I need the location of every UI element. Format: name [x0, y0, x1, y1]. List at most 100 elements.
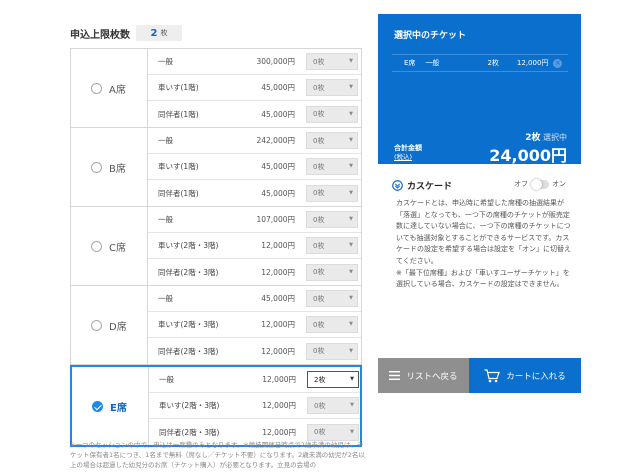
ticket-row: 一般 107,000円 0枚 [148, 207, 361, 233]
ticket-price: 45,000円 [261, 109, 295, 119]
ticket-type: 一般 [158, 57, 173, 66]
back-button-label: リストへ戻る [406, 371, 458, 382]
radio-checked-icon[interactable] [92, 400, 103, 412]
ticket-row: 車いす(2階・3階) 12,000円 0枚 [148, 233, 361, 259]
radio-icon[interactable] [91, 240, 102, 252]
toggle-on-label: オン [552, 180, 566, 188]
quantity-select[interactable]: 0枚 [306, 53, 358, 70]
ticket-type: 同伴者(2階・3階) [159, 427, 220, 437]
seat-name-label: C席 [109, 242, 126, 254]
purchase-limit-box: 2 枚 [136, 25, 182, 41]
ticket-type: 同伴者(2階・3階) [158, 346, 219, 356]
quantity-select[interactable]: 0枚 [306, 79, 358, 96]
seat-group-d: D席 一般 45,000円 0枚 車いす(2階・3階) 12,000円 0枚 同伴者(2… [70, 286, 362, 365]
ticket-row: 同伴者(2階・3階) 12,000円 0枚 [148, 338, 361, 364]
ticket-price: 12,000円 [261, 267, 295, 277]
ticket-price: 45,000円 [261, 188, 295, 198]
ticket-type: 同伴者(1階) [158, 109, 199, 119]
selected-qty: 2枚 [487, 59, 499, 67]
cascade-note: ※「最下位席種」および「車いすユーザーチケット」を選択している場合、カスケードの… [396, 268, 570, 289]
ticket-row: 車いす(2階・3階) 12,000円 0枚 [148, 312, 361, 338]
purchase-limit-value: 2 [150, 27, 158, 39]
footnote: ※一つのセッションの中で、申込は一席種のみとなります。※競技開催日時点で2歳未満… [70, 441, 365, 469]
back-to-list-button[interactable]: リストへ戻る [378, 358, 469, 393]
quantity-select[interactable]: 0枚 [306, 263, 358, 281]
ticket-type: 車いす(2階・3階) [159, 401, 220, 410]
cart-icon [484, 368, 501, 382]
ticket-price: 12,000円 [262, 401, 296, 410]
add-to-cart-button[interactable]: カートに入れる [469, 358, 581, 393]
total-label: 合計金額 (税込) [394, 144, 422, 162]
seat-name-label: D席 [109, 321, 127, 333]
seat-option-b[interactable]: B席 [71, 128, 147, 206]
remove-icon[interactable]: × [553, 58, 563, 68]
toggle-off-label: オフ [514, 180, 528, 188]
seat-name-label: A席 [109, 84, 126, 96]
ticket-price: 12,000円 [261, 346, 295, 356]
selected-tickets-panel: 選択中のチケット E席 一般 2枚 12,000円 × 2枚 選択中 合計金額 … [378, 14, 581, 165]
seat-option-c[interactable]: C席 [71, 207, 147, 285]
ticket-row: 一般 242,000円 0枚 [148, 128, 361, 154]
seat-group-b: B席 一般 242,000円 0枚 車いす(1階) 45,000円 0枚 同伴者(1階)… [70, 128, 362, 207]
ticket-type: 一般 [159, 375, 174, 384]
cascade-header: カスケード オフ オン [392, 178, 578, 192]
panel-title: 選択中のチケット [394, 31, 467, 41]
seat-option-d[interactable]: D席 [71, 286, 147, 364]
ticket-price: 12,000円 [261, 241, 295, 250]
seat-table: A席 一般 300,000円 0枚 車いす(1階) 45,000円 0枚 同伴者(1階)… [70, 48, 362, 447]
quantity-select[interactable]: 0枚 [306, 184, 358, 202]
quantity-select[interactable]: 0枚 [307, 423, 359, 441]
quantity-select[interactable]: 0枚 [306, 105, 358, 123]
ticket-type: 同伴者(1階) [158, 188, 199, 198]
ticket-type: 車いす(2階・3階) [158, 241, 219, 250]
seat-group-c: C席 一般 107,000円 0枚 車いす(2階・3階) 12,000円 0枚 同伴者(… [70, 207, 362, 286]
quantity-select[interactable]: 0枚 [306, 237, 358, 254]
selected-seat: E席 [404, 59, 416, 67]
quantity-select[interactable]: 0枚 [306, 158, 358, 175]
ticket-price: 12,000円 [262, 375, 296, 384]
quantity-select[interactable]: 0枚 [306, 211, 358, 228]
cascade-title: カスケード [407, 181, 453, 192]
ticket-type: 同伴者(2階・3階) [158, 267, 219, 277]
ticket-price: 12,000円 [261, 320, 295, 329]
ticket-row: 同伴者(1階) 45,000円 0枚 [148, 101, 361, 127]
ticket-type: 一般 [158, 136, 173, 145]
quantity-select[interactable]: 0枚 [306, 290, 358, 307]
ticket-price: 45,000円 [261, 294, 295, 303]
ticket-type: 一般 [158, 215, 173, 224]
ticket-price: 300,000円 [256, 57, 295, 66]
ticket-row: 車いす(1階) 45,000円 0枚 [148, 75, 361, 101]
quantity-select[interactable]: 0枚 [307, 397, 359, 414]
radio-icon[interactable] [91, 161, 102, 173]
ticket-row: 一般 300,000円 0枚 [148, 49, 361, 75]
ticket-row: 車いす(2階・3階) 12,000円 0枚 [149, 393, 360, 419]
tax-note[interactable]: (税込) [394, 153, 422, 162]
quantity-select[interactable]: 0枚 [306, 342, 358, 360]
purchase-limit: 申込上限枚数 2 枚 [70, 24, 182, 42]
toggle-switch[interactable] [531, 178, 549, 190]
ticket-type: 車いす(1階) [158, 162, 199, 171]
seat-group-a: A席 一般 300,000円 0枚 車いす(1階) 45,000円 0枚 同伴者(1階)… [70, 49, 362, 128]
total-amount: 24,000円 [489, 146, 567, 165]
total-label-text: 合計金額 [394, 144, 422, 152]
cascade-toggle[interactable]: オフ オン [514, 178, 566, 190]
quantity-select[interactable]: 0枚 [306, 316, 358, 333]
ticket-row: 同伴者(1階) 45,000円 0枚 [148, 180, 361, 206]
cart-button-label: カートに入れる [506, 371, 566, 382]
quantity-select[interactable]: 2枚 [307, 371, 359, 388]
selected-count-suffix: 選択中 [543, 133, 567, 142]
ticket-type: 車いす(1階) [158, 83, 199, 92]
radio-icon[interactable] [91, 82, 102, 94]
ticket-price: 45,000円 [261, 162, 295, 171]
seat-option-e[interactable]: E席 [72, 367, 148, 445]
ticket-price: 12,000円 [262, 427, 296, 437]
ticket-price: 107,000円 [256, 215, 295, 224]
purchase-limit-unit: 枚 [160, 29, 168, 37]
quantity-select[interactable]: 0枚 [306, 132, 358, 149]
radio-icon[interactable] [91, 319, 102, 331]
ticket-row: 一般 45,000円 0枚 [148, 286, 361, 312]
ticket-row: 一般 12,000円 2枚 [149, 367, 360, 393]
seat-option-a[interactable]: A席 [71, 49, 147, 127]
ticket-price: 45,000円 [261, 83, 295, 92]
selected-ticket-line: E席 一般 2枚 12,000円 × [392, 54, 568, 72]
